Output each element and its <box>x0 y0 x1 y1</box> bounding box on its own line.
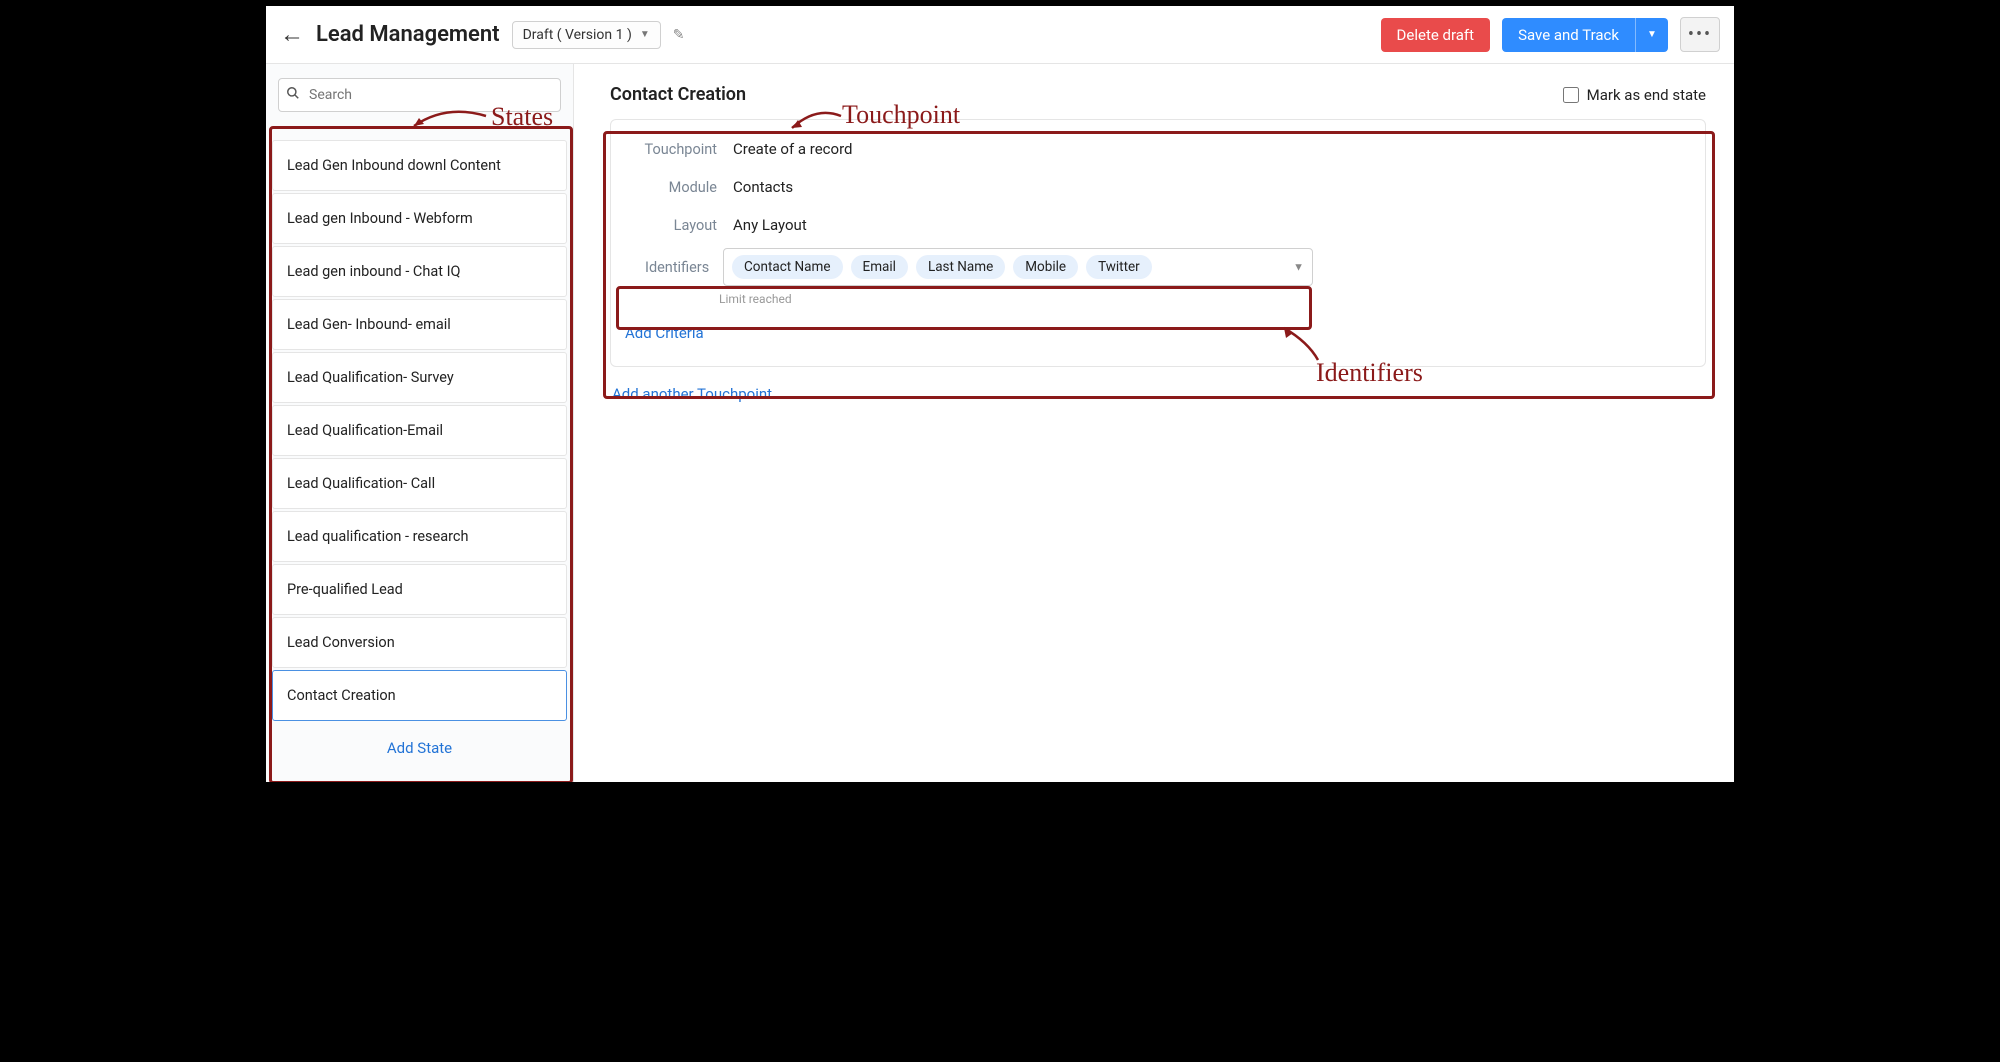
add-criteria-link[interactable]: Add Criteria <box>625 324 704 342</box>
add-touchpoint-link[interactable]: Add another Touchpoint <box>612 385 772 403</box>
value-module: Contacts <box>733 178 793 196</box>
chevron-down-icon: ▼ <box>640 29 650 40</box>
label-touchpoint: Touchpoint <box>631 141 717 158</box>
label-layout: Layout <box>631 217 717 234</box>
state-item[interactable]: Pre-qualified Lead <box>272 564 567 615</box>
label-identifiers: Identifiers <box>645 259 717 276</box>
delete-draft-button[interactable]: Delete draft <box>1381 18 1491 52</box>
state-item[interactable]: Lead Gen- Inbound- email <box>272 299 567 350</box>
state-item[interactable]: Lead Qualification- Survey <box>272 352 567 403</box>
state-item[interactable]: Lead gen Inbound - Webform <box>272 193 567 244</box>
state-title: Contact Creation <box>610 84 746 105</box>
identifiers-limit-text: Limit reached <box>719 292 1705 306</box>
main-panel: Contact Creation Mark as end state Touch… <box>574 64 1734 782</box>
identifiers-field[interactable]: Contact Name Email Last Name Mobile Twit… <box>723 248 1313 286</box>
state-item[interactable]: Lead Qualification-Email <box>272 405 567 456</box>
search-icon <box>286 86 300 104</box>
state-item-active[interactable]: Contact Creation <box>272 670 567 721</box>
value-layout: Any Layout <box>733 216 807 234</box>
more-options-button[interactable]: ••• <box>1680 17 1720 52</box>
chevron-down-icon: ▼ <box>1647 29 1657 40</box>
header: ← Lead Management Draft ( Version 1 ) ▼ … <box>266 6 1734 64</box>
mark-end-state[interactable]: Mark as end state <box>1563 86 1706 104</box>
state-item[interactable]: Lead gen inbound - Chat IQ <box>272 246 567 297</box>
save-track-button[interactable]: Save and Track <box>1502 18 1635 52</box>
identifier-chip[interactable]: Email <box>851 255 908 279</box>
mark-end-state-checkbox[interactable] <box>1563 87 1579 103</box>
state-item[interactable]: Lead qualification - research <box>272 511 567 562</box>
value-touchpoint: Create of a record <box>733 140 852 158</box>
touchpoint-card: Touchpoint Create of a record Module Con… <box>610 119 1706 367</box>
edit-icon[interactable]: ✎ <box>673 27 685 43</box>
save-track-dropdown[interactable]: ▼ <box>1635 18 1668 52</box>
search-input[interactable] <box>278 78 561 112</box>
identifier-chip[interactable]: Contact Name <box>732 255 843 279</box>
version-dropdown[interactable]: Draft ( Version 1 ) ▼ <box>512 21 661 49</box>
identifier-chip[interactable]: Last Name <box>916 255 1005 279</box>
add-state-link[interactable]: Add State <box>266 721 573 769</box>
back-arrow-icon[interactable]: ← <box>280 20 304 49</box>
page-title: Lead Management <box>316 22 500 47</box>
state-item[interactable]: Lead Conversion <box>272 617 567 668</box>
version-label: Draft ( Version 1 ) <box>523 27 632 43</box>
identifier-chip[interactable]: Twitter <box>1086 255 1152 279</box>
identifier-chip[interactable]: Mobile <box>1013 255 1078 279</box>
state-item[interactable]: Lead Gen Inbound downl Content <box>272 140 567 191</box>
states-sidebar: Lead Gen Inbound downl Content Lead gen … <box>266 64 574 782</box>
chevron-down-icon[interactable]: ▼ <box>1293 261 1304 274</box>
label-module: Module <box>631 179 717 196</box>
state-item[interactable]: Lead Qualification- Call <box>272 458 567 509</box>
mark-end-state-label: Mark as end state <box>1587 86 1706 104</box>
